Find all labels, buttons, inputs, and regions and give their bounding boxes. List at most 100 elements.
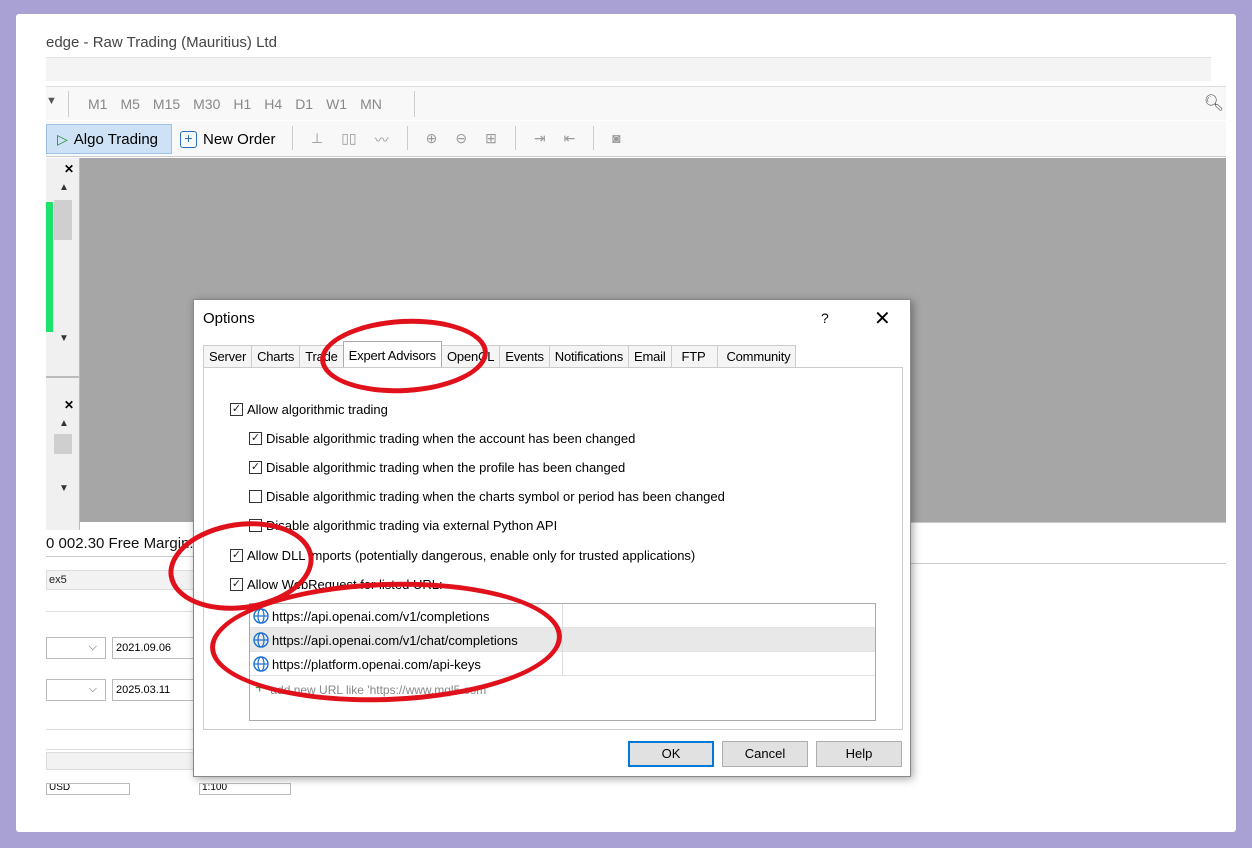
tab-email[interactable]: Email — [628, 345, 672, 367]
close-icon[interactable]: ✕ — [64, 162, 74, 176]
allow-webrequest-option[interactable]: ✓ Allow WebRequest for listed URL: — [230, 577, 443, 592]
zoom-out-icon[interactable]: ⊖ — [455, 130, 467, 150]
new-order-label: New Order — [203, 130, 276, 148]
panel-divider — [46, 611, 206, 612]
url-list-item[interactable]: https://api.openai.com/v1/completions — [250, 604, 875, 628]
scroll-up-icon[interactable]: ▲ — [59, 418, 69, 429]
timeframe-m15[interactable]: M15 — [153, 96, 180, 112]
candlestick-icon[interactable]: ▯▯ — [341, 130, 356, 150]
deposit-currency-field[interactable]: USD — [46, 783, 130, 795]
bar-chart-icon[interactable]: ⊥ — [311, 130, 323, 150]
chart-tools: ⊥ ▯▯ 〰 ⊕ ⊖ ⊞ ⇥ ⇤ ◙ — [292, 126, 621, 150]
search-icon[interactable]: 🔍︎ — [1204, 93, 1224, 113]
disable-on-account-change-option[interactable]: ✓ Disable algorithmic trading when the a… — [249, 431, 635, 446]
timeframe-w1[interactable]: W1 — [326, 96, 347, 112]
date-from-field[interactable]: 2021.09.06 — [112, 637, 206, 659]
checkbox-checked-icon[interactable]: ✓ — [230, 403, 243, 416]
timeframe-d1[interactable]: D1 — [295, 96, 313, 112]
app-window: edge - Raw Trading (Mauritius) Ltd ▼ M1 … — [16, 14, 1236, 832]
help-button[interactable]: Help — [816, 741, 902, 767]
globe-icon — [253, 632, 269, 648]
disable-on-symbol-change-option[interactable]: Disable algorithmic trading when the cha… — [249, 489, 725, 504]
tab-charts[interactable]: Charts — [251, 345, 301, 367]
ok-button[interactable]: OK — [628, 741, 714, 767]
url-list-item[interactable]: https://api.openai.com/v1/chat/completio… — [250, 628, 875, 652]
chart-shift-icon[interactable]: ⇥ — [534, 130, 546, 150]
globe-icon — [253, 656, 269, 672]
timeframe-m5[interactable]: M5 — [120, 96, 139, 112]
tab-ftp[interactable]: FTP — [670, 345, 719, 367]
tab-events[interactable]: Events — [499, 345, 550, 367]
disable-symbol-label: Disable algorithmic trading when the cha… — [266, 489, 725, 504]
disable-on-profile-change-option[interactable]: ✓ Disable algorithmic trading when the p… — [249, 460, 625, 475]
algo-trading-label: Algo Trading — [73, 130, 159, 148]
scroll-down-icon[interactable]: ▼ — [59, 483, 69, 494]
options-dialog: Options ? ✕ Server Charts Trade Expert A… — [193, 299, 911, 777]
disable-account-label: Disable algorithmic trading when the acc… — [266, 431, 636, 446]
dropdown-arrow-icon[interactable]: ▼ — [46, 95, 57, 107]
date-range-select[interactable]: ⌵ — [46, 637, 106, 659]
checkbox-checked-icon[interactable]: ✓ — [249, 461, 262, 474]
timeframe-toolbar: ▼ M1 M5 M15 M30 H1 H4 D1 W1 MN 🔍︎ — [46, 86, 1226, 120]
account-status: 0 002.30 Free Margin: — [46, 529, 196, 557]
scroll-down-icon[interactable]: ▼ — [59, 333, 69, 344]
date-to-field[interactable]: 2025.03.11 — [112, 679, 206, 701]
toolbar-divider — [292, 126, 293, 150]
help-icon[interactable]: ? — [821, 310, 829, 326]
tab-opencl[interactable]: OpenCL — [441, 345, 501, 367]
close-icon[interactable]: ✕ — [64, 398, 74, 412]
timeframe-h4[interactable]: H4 — [264, 96, 282, 112]
timeframe-m30[interactable]: M30 — [193, 96, 220, 112]
autoscroll-icon[interactable]: ⇤ — [564, 130, 576, 150]
toolbar-divider — [406, 126, 408, 150]
algo-trading-button[interactable]: ▷ Algo Trading — [46, 124, 172, 154]
add-url-row[interactable]: + add new URL like 'https://www.mql5.com… — [255, 681, 489, 698]
checkbox-empty-icon[interactable] — [249, 519, 262, 532]
tab-expert-advisors[interactable]: Expert Advisors — [342, 341, 442, 367]
tile-windows-icon[interactable]: ⊞ — [485, 130, 497, 150]
timeframe-m1[interactable]: M1 — [88, 96, 107, 112]
disable-profile-label: Disable algorithmic trading when the pro… — [266, 460, 626, 475]
tab-trade[interactable]: Trade — [299, 345, 344, 367]
toolbar-divider — [593, 126, 595, 150]
date-range-select[interactable]: ⌵ — [46, 679, 106, 701]
allow-dll-imports-option[interactable]: ✓ Allow DLL imports (potentially dangero… — [230, 548, 695, 563]
scrollbar-thumb[interactable] — [54, 200, 72, 240]
tab-notifications[interactable]: Notifications — [548, 345, 629, 367]
column-divider — [562, 604, 563, 628]
timeframe-list: M1 M5 M15 M30 H1 H4 D1 W1 MN — [88, 96, 382, 112]
line-chart-icon[interactable]: 〰 — [375, 130, 389, 150]
checkbox-checked-icon[interactable]: ✓ — [230, 578, 243, 591]
scrollbar-thumb[interactable] — [54, 434, 72, 454]
timeframe-h1[interactable]: H1 — [233, 96, 251, 112]
timeframe-mn[interactable]: MN — [360, 96, 382, 112]
screenshot-icon[interactable]: ◙ — [612, 130, 620, 150]
leverage-field[interactable]: 1:100 — [199, 783, 291, 795]
zoom-in-icon[interactable]: ⊕ — [426, 130, 438, 150]
new-order-button[interactable]: + New Order — [180, 124, 276, 154]
column-divider — [562, 652, 563, 676]
disable-python-api-option[interactable]: Disable algorithmic trading via external… — [249, 518, 557, 533]
checkbox-empty-icon[interactable] — [249, 490, 262, 503]
allow-algo-option[interactable]: ✓ Allow algorithmic trading — [230, 402, 388, 417]
column-divider — [562, 628, 563, 652]
url-text: https://platform.openai.com/api-keys — [272, 656, 481, 672]
expert-advisors-panel: ✓ Allow algorithmic trading ✓ Disable al… — [203, 367, 903, 730]
allow-dll-label: Allow DLL imports (potentially dangerous… — [247, 548, 696, 563]
expert-file-field[interactable]: ex5 — [46, 570, 196, 590]
tab-server[interactable]: Server — [203, 345, 253, 367]
dialog-title: Options — [203, 310, 255, 327]
checkbox-checked-icon[interactable]: ✓ — [230, 549, 243, 562]
market-watch-indicator — [46, 202, 53, 332]
add-order-icon: + — [180, 130, 197, 148]
checkbox-checked-icon[interactable]: ✓ — [249, 432, 262, 445]
url-list-item[interactable]: https://platform.openai.com/api-keys — [250, 652, 875, 676]
toolbar-divider — [68, 91, 69, 117]
disable-python-label: Disable algorithmic trading via external… — [266, 518, 558, 533]
tab-community[interactable]: Community — [717, 345, 797, 367]
close-icon[interactable]: ✕ — [874, 306, 891, 331]
cancel-button[interactable]: Cancel — [722, 741, 808, 767]
strategy-tester-panel: ex5 ⌵ 2021.09.06 ⌵ 2025.03.11 USD — [46, 559, 206, 819]
panel-divider — [46, 749, 206, 750]
scroll-up-icon[interactable]: ▲ — [59, 182, 69, 193]
